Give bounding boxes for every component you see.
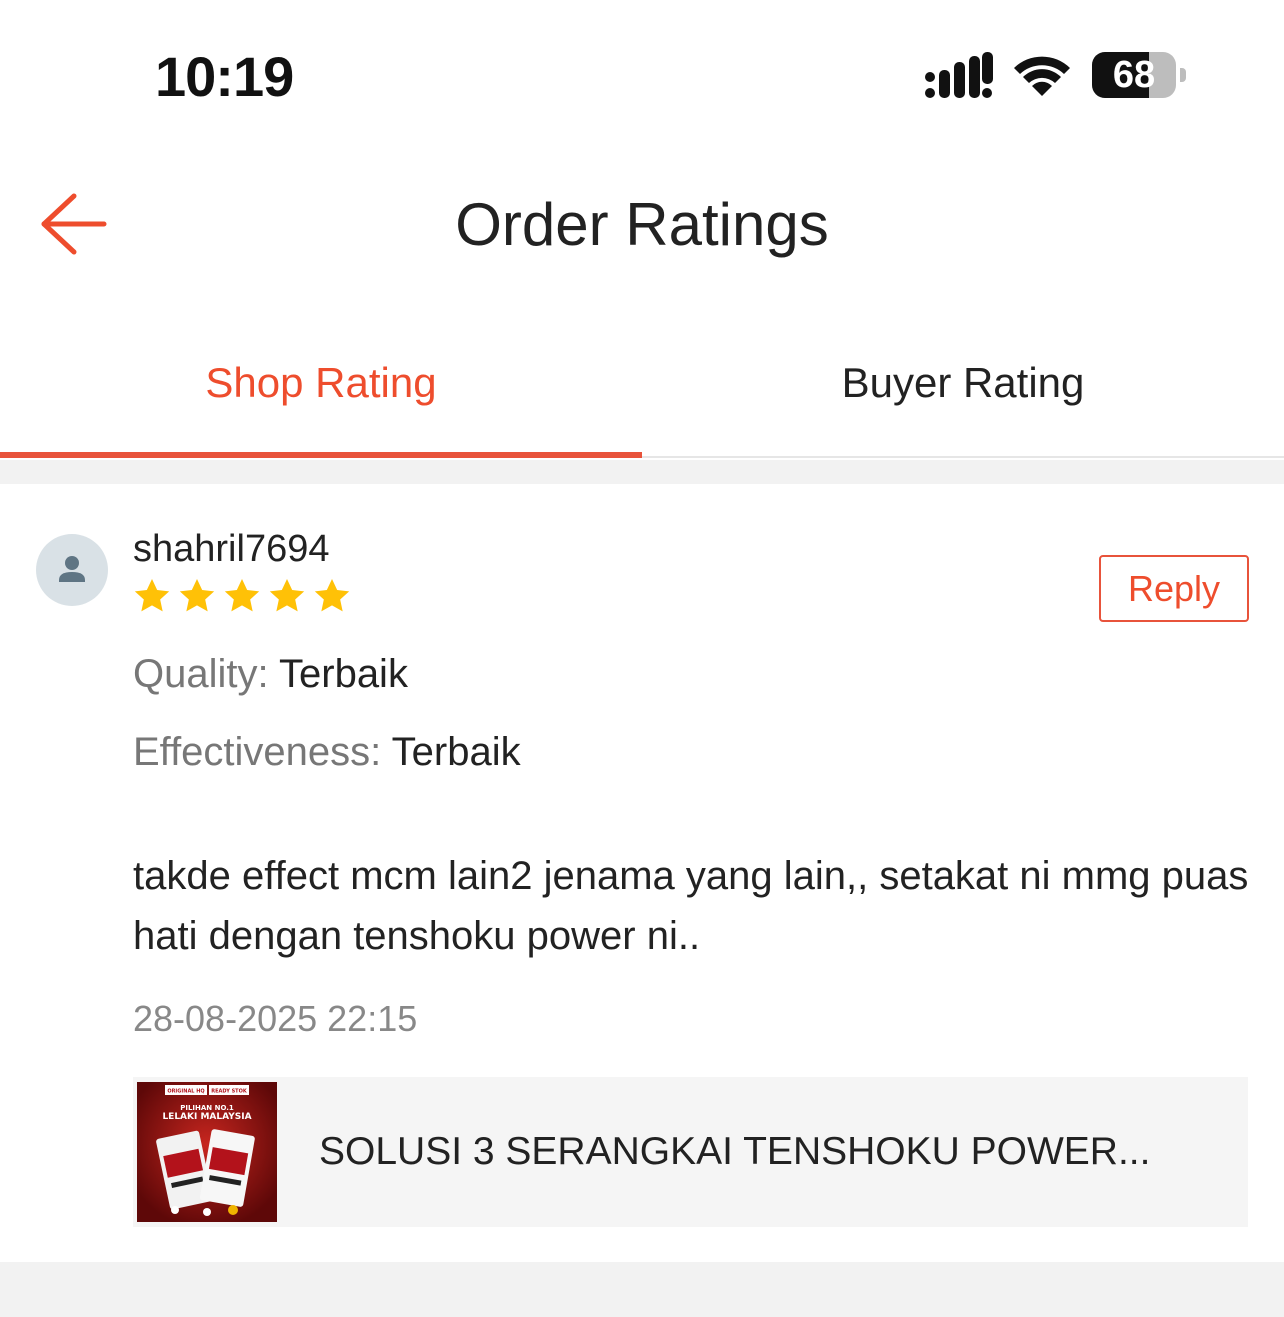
battery-percent: 68	[1112, 54, 1156, 96]
attribute-label: Effectiveness:	[133, 730, 382, 774]
user-icon	[59, 556, 85, 582]
attribute-value: Terbaik	[279, 652, 408, 696]
tab-buyer-rating[interactable]: Buyer Rating	[642, 330, 1284, 456]
wifi-icon	[1014, 56, 1070, 96]
reply-button[interactable]: Reply	[1099, 555, 1249, 622]
product-name[interactable]: SOLUSI 3 SERANGKAI TENSHOKU POWER...	[319, 1077, 1219, 1227]
rating-tabs: Shop Rating Buyer Rating	[0, 330, 1284, 460]
thumb-headline: PILIHAN NO.1	[180, 1104, 234, 1112]
status-bar: 10:19 68	[0, 0, 1284, 150]
battery-icon: 68	[1092, 52, 1188, 100]
battery-nub	[1180, 68, 1186, 82]
attribute-label: Quality:	[133, 652, 269, 696]
app-header: Order Ratings	[0, 160, 1284, 290]
thumb-subheadline: LELAKI MALAYSIA	[162, 1112, 251, 1122]
product-thumbnail[interactable]: ORIGINAL HQ READY STOK PILIHAN NO.1 LELA…	[137, 1082, 277, 1222]
page-title: Order Ratings	[455, 191, 829, 258]
thumb-badge-left: ORIGINAL HQ	[167, 1089, 204, 1095]
section-divider	[0, 460, 1284, 484]
attribute-quality: Quality: Terbaik	[133, 652, 408, 697]
star-rating	[132, 576, 357, 616]
attribute-effectiveness: Effectiveness: Terbaik	[133, 730, 521, 775]
star-icon	[179, 579, 215, 612]
cellular-signal-icon	[925, 52, 993, 98]
star-icon	[224, 579, 260, 612]
battery-body: 68	[1092, 52, 1176, 98]
avatar	[36, 534, 108, 606]
star-icon	[314, 579, 350, 612]
status-time: 10:19	[155, 45, 294, 108]
star-icon	[134, 579, 170, 612]
product-card[interactable]: ORIGINAL HQ READY STOK PILIHAN NO.1 LELA…	[133, 1077, 1248, 1227]
star-icon	[269, 579, 305, 612]
review-datetime: 28-08-2025 22:15	[133, 998, 418, 1039]
thumb-badge-right: READY STOK	[211, 1089, 248, 1095]
reviewer-username: shahril7694	[133, 528, 330, 570]
review-card: shahril7694 Reply Quality: Terbaik Effec…	[0, 484, 1284, 1262]
active-tab-indicator	[0, 452, 642, 458]
review-comment: takde effect mcm lain2 jenama yang lain,…	[133, 854, 1249, 958]
attribute-value: Terbaik	[391, 730, 521, 774]
section-divider-bottom	[0, 1262, 1284, 1317]
tab-shop-rating[interactable]: Shop Rating	[0, 330, 642, 456]
